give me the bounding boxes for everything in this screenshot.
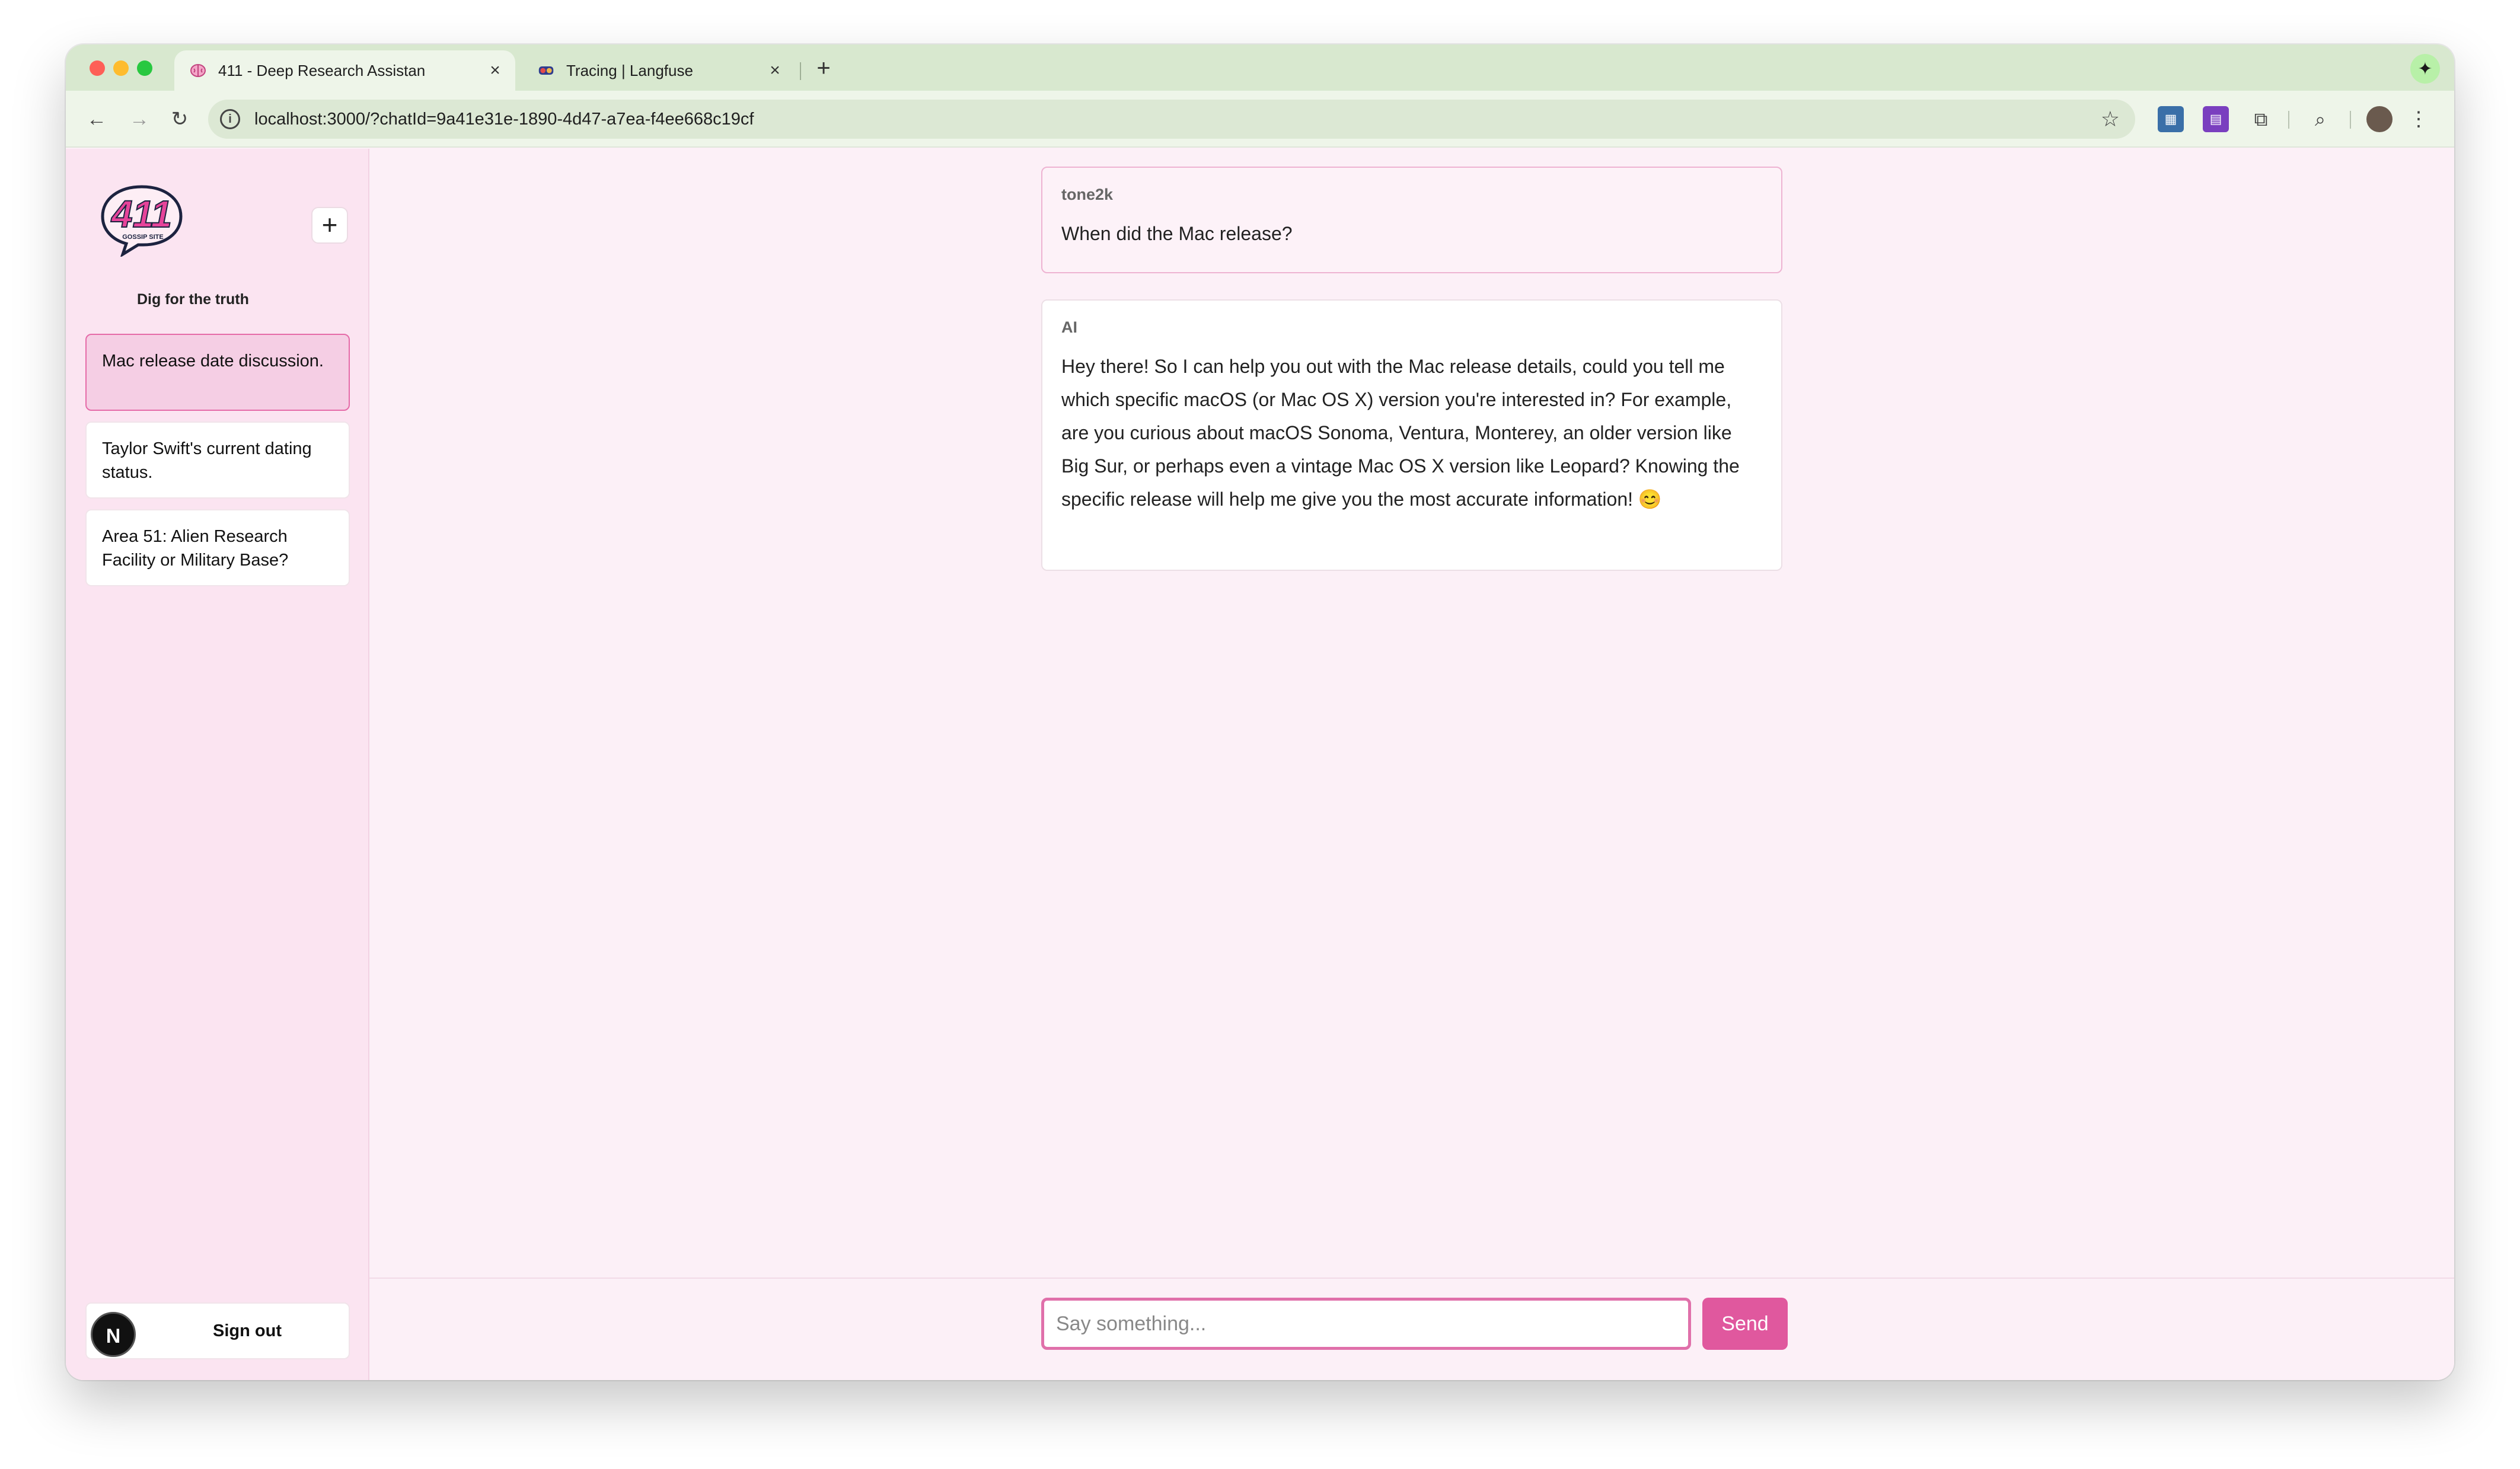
extension-icon[interactable]: ▦ (2158, 106, 2184, 132)
chat-item-taylor-swift[interactable]: Taylor Swift's current dating status. (85, 421, 350, 499)
extension-icon[interactable]: ▤ (2203, 106, 2229, 132)
tab-search-icon[interactable]: ⌕ (2307, 106, 2333, 132)
browser-window: 411 - Deep Research Assistan × Tracing |… (66, 44, 2454, 1380)
gemini-icon[interactable]: ✦ (2410, 54, 2440, 84)
maximize-window-button[interactable] (137, 60, 152, 76)
sidebar: 411 GOSSIP SITE + Dig for the truth Mac … (66, 149, 369, 1380)
url-text[interactable]: localhost:3000/?chatId=9a41e31e-1890-4d4… (254, 110, 754, 129)
reload-icon[interactable]: ↻ (165, 105, 194, 133)
sign-out-label: Sign out (213, 1321, 282, 1340)
forward-arrow-icon[interactable]: → (125, 105, 154, 133)
tab-close-icon[interactable]: × (483, 60, 507, 81)
tab-title: Tracing | Langfuse (566, 61, 693, 79)
site-logo: 411 GOSSIP SITE (99, 183, 184, 258)
user-avatar: N (91, 1312, 136, 1357)
chat-item-mac-release[interactable]: Mac release date discussion. (85, 334, 350, 411)
browser-toolbar: ← → ↻ i localhost:3000/?chatId=9a41e31e-… (66, 91, 2454, 148)
new-tab-button[interactable]: + (809, 54, 838, 82)
message-author: tone2k (1061, 186, 1114, 203)
chat-list: Mac release date discussion. Taylor Swif… (85, 334, 350, 597)
message-author: AI (1061, 318, 1077, 336)
message-text: Hey there! So I can help you out with th… (1061, 356, 1740, 510)
brain-icon (190, 62, 206, 79)
app-root: 411 GOSSIP SITE + Dig for the truth Mac … (66, 149, 2454, 1380)
new-chat-button[interactable]: + (311, 207, 348, 244)
address-bar[interactable]: i localhost:3000/?chatId=9a41e31e-1890-4… (208, 100, 2135, 139)
browser-menu-icon[interactable]: ⋮ (2407, 106, 2430, 132)
tab-title: 411 - Deep Research Assistan (218, 61, 426, 79)
minimize-window-button[interactable] (113, 60, 129, 76)
langfuse-icon (538, 62, 554, 79)
svg-text:411: 411 (110, 193, 172, 235)
tab-langfuse[interactable]: Tracing | Langfuse × (522, 50, 795, 91)
message-input[interactable] (1041, 1298, 1691, 1350)
profile-avatar[interactable] (2366, 106, 2393, 132)
sign-out-button[interactable]: N Sign out (85, 1302, 350, 1359)
svg-text:GOSSIP SITE: GOSSIP SITE (122, 234, 164, 241)
message-text: When did the Mac release? (1061, 223, 1293, 244)
toolbar-divider (2288, 111, 2289, 129)
user-message: tone2k When did the Mac release? (1041, 167, 1782, 273)
extensions-puzzle-icon[interactable]: ⧉ (2248, 106, 2274, 132)
chat-item-area-51[interactable]: Area 51: Alien Research Facility or Mili… (85, 509, 350, 586)
composer: Send (369, 1278, 2454, 1380)
tab-divider (800, 62, 801, 80)
tagline: Dig for the truth (137, 291, 249, 308)
tab-close-icon[interactable]: × (763, 60, 787, 81)
tab-strip: 411 - Deep Research Assistan × Tracing |… (66, 44, 2454, 91)
send-button[interactable]: Send (1702, 1298, 1788, 1350)
ai-message: AI Hey there! So I can help you out with… (1041, 299, 1782, 571)
bookmark-star-icon[interactable]: ☆ (2101, 107, 2120, 132)
back-arrow-icon[interactable]: ← (82, 105, 111, 133)
toolbar-divider (2350, 111, 2351, 129)
tab-411-deep-research[interactable]: 411 - Deep Research Assistan × (174, 50, 515, 91)
close-window-button[interactable] (90, 60, 105, 76)
site-info-icon[interactable]: i (220, 109, 240, 129)
